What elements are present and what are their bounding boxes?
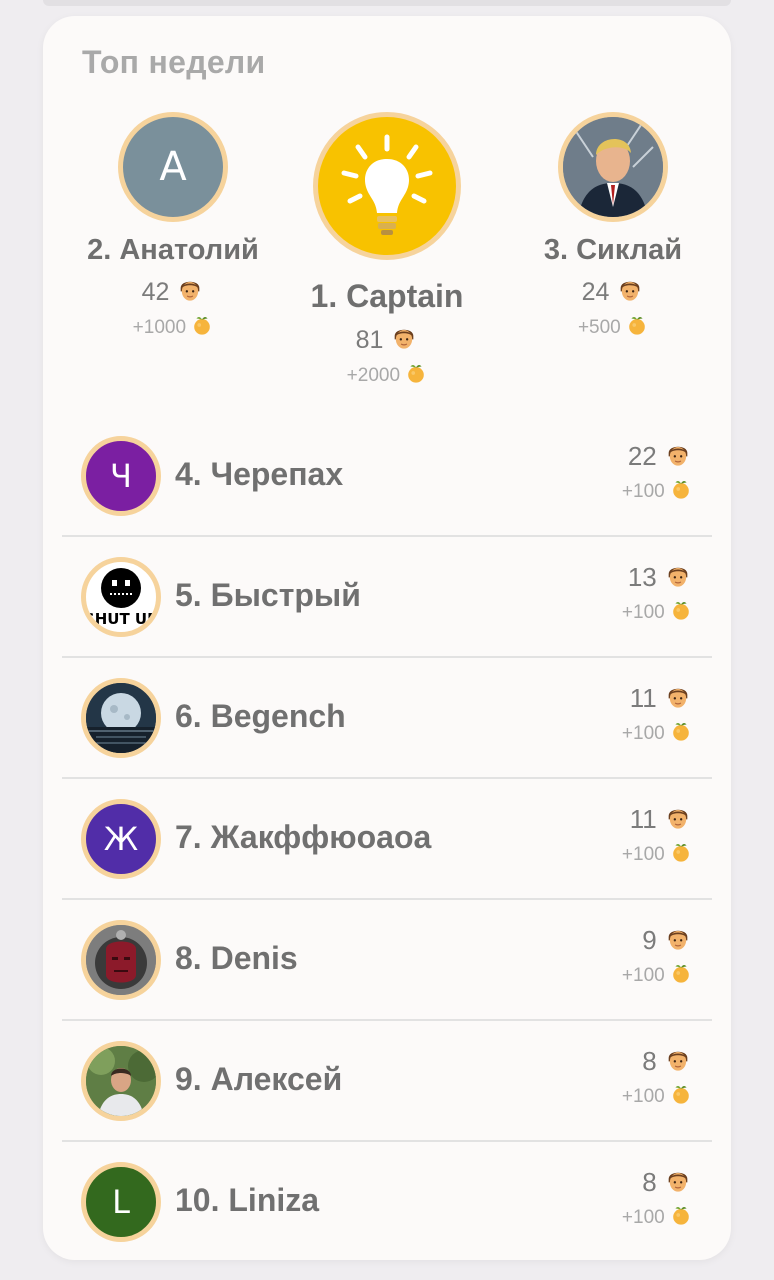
- avatar[interactable]: L: [81, 1162, 161, 1242]
- score-value: 11: [629, 804, 657, 834]
- player-name: 4. Черепах: [175, 456, 344, 492]
- score-block: 8 +100: [622, 1166, 692, 1232]
- avatar-letter: A: [159, 144, 187, 190]
- score-block: 13 +100: [622, 561, 692, 627]
- avatar[interactable]: [81, 678, 161, 758]
- list-item[interactable]: Ж 7. Жакффюоаоа 11 +100: [62, 779, 712, 900]
- bonus-value: +1000: [132, 317, 187, 338]
- man-emoji-icon: [664, 924, 692, 959]
- shut-up-emoji-icon: SHUT UP: [86, 568, 156, 628]
- podium-place-1[interactable]: 1. Captain 81 +2000: [287, 112, 487, 390]
- tangerine-icon: [670, 841, 692, 869]
- tangerine-icon: [670, 962, 692, 990]
- character-avatar-icon: [563, 117, 663, 217]
- bonus: +2000: [287, 362, 487, 390]
- list-item[interactable]: Ч 4. Черепах 22 +100: [62, 416, 712, 537]
- avatar-letter: Ж: [103, 820, 139, 858]
- score-value: 11: [629, 683, 657, 713]
- player-name: 8. Denis: [175, 940, 298, 976]
- list-item[interactable]: 8. Denis 9 +100: [62, 900, 712, 1021]
- man-emoji-icon: [664, 682, 692, 717]
- bonus-value: +100: [621, 844, 665, 865]
- tangerine-icon: [405, 362, 427, 390]
- man-emoji-icon: [390, 323, 418, 358]
- man-emoji-icon: [664, 561, 692, 596]
- score-value: 13: [627, 562, 657, 592]
- score: 42: [73, 275, 273, 310]
- bonus-value: +100: [621, 965, 665, 986]
- bonus: +1000: [73, 314, 273, 342]
- bonus-value: +100: [621, 602, 665, 623]
- bonus: +500: [513, 314, 713, 342]
- person-photo-icon: [86, 1046, 156, 1116]
- bonus-value: +2000: [346, 365, 401, 386]
- avatar-letter: Ч: [110, 457, 132, 495]
- bonus-value: +100: [621, 1086, 665, 1107]
- list-item[interactable]: L 10. Liniza 8 +100: [62, 1142, 712, 1263]
- score: 24: [513, 275, 713, 310]
- leaderboard-list: Ч 4. Черепах 22 +100 SHUT UP 5. Быстрый: [62, 416, 712, 1263]
- man-emoji-icon: [664, 440, 692, 475]
- avatar[interactable]: [558, 112, 668, 222]
- avatar[interactable]: SHUT UP: [81, 557, 161, 637]
- player-name: 9. Алексей: [175, 1061, 343, 1097]
- podium-place-3[interactable]: 3. Сиклай 24 +500: [513, 112, 713, 342]
- tangerine-icon: [670, 1083, 692, 1111]
- player-name: 2. Анатолий: [87, 234, 259, 266]
- avatar[interactable]: [81, 920, 161, 1000]
- score-value: 42: [141, 278, 170, 306]
- tangerine-icon: [670, 1204, 692, 1232]
- player-name: 10. Liniza: [175, 1182, 320, 1218]
- bonus-value: +100: [621, 723, 665, 744]
- score-block: 11 +100: [622, 803, 692, 869]
- score-block: 11 +100: [622, 682, 692, 748]
- score-block: 22 +100: [622, 440, 692, 506]
- avatar[interactable]: [81, 1041, 161, 1121]
- score-block: 9 +100: [622, 924, 692, 990]
- tangerine-icon: [670, 478, 692, 506]
- top-edge-bar: [43, 0, 731, 6]
- bonus-value: +100: [621, 481, 665, 502]
- weekly-top-card: Топ недели A 2. Анатолий 42 +1000 1. Cap…: [43, 16, 731, 1260]
- shut-up-text: SHUT UP: [86, 610, 156, 628]
- player-name: 5. Быстрый: [175, 577, 361, 613]
- list-item[interactable]: SHUT UP 5. Быстрый 13 +100: [62, 537, 712, 658]
- avatar[interactable]: A: [118, 112, 228, 222]
- score-value: 8: [642, 1167, 657, 1197]
- man-emoji-icon: [664, 803, 692, 838]
- tangerine-icon: [670, 599, 692, 627]
- tangerine-icon: [626, 314, 648, 342]
- score: 81: [287, 323, 487, 358]
- score-value: 9: [642, 925, 657, 955]
- podium-place-2[interactable]: A 2. Анатолий 42 +1000: [73, 112, 273, 342]
- player-name: 7. Жакффюоаоа: [175, 819, 432, 855]
- avatar[interactable]: Ж: [81, 799, 161, 879]
- card-title: Топ недели: [82, 44, 266, 80]
- score-value: 22: [627, 441, 657, 471]
- bonus-value: +500: [577, 317, 621, 338]
- man-emoji-icon: [664, 1166, 692, 1201]
- list-item[interactable]: 9. Алексей 8 +100: [62, 1021, 712, 1142]
- list-item[interactable]: 6. Begench 11 +100: [62, 658, 712, 779]
- player-name: 3. Сиклай: [543, 234, 683, 266]
- avatar[interactable]: [313, 112, 461, 260]
- score-block: 8 +100: [622, 1045, 692, 1111]
- player-name: 1. Captain: [310, 278, 464, 314]
- score-value: 81: [355, 326, 384, 354]
- score-value: 8: [642, 1046, 657, 1076]
- tangerine-icon: [670, 720, 692, 748]
- avatar[interactable]: Ч: [81, 436, 161, 516]
- moon-photo-icon: [86, 683, 156, 753]
- player-name: 6. Begench: [175, 698, 346, 734]
- lightbulb-icon: [341, 134, 433, 235]
- man-emoji-icon: [664, 1045, 692, 1080]
- score-value: 24: [581, 278, 610, 306]
- man-emoji-icon: [616, 275, 644, 310]
- mask-icon: [86, 925, 156, 995]
- bonus-value: +100: [621, 1207, 665, 1228]
- tangerine-icon: [191, 314, 213, 342]
- avatar-letter: L: [112, 1183, 130, 1221]
- man-emoji-icon: [176, 275, 204, 310]
